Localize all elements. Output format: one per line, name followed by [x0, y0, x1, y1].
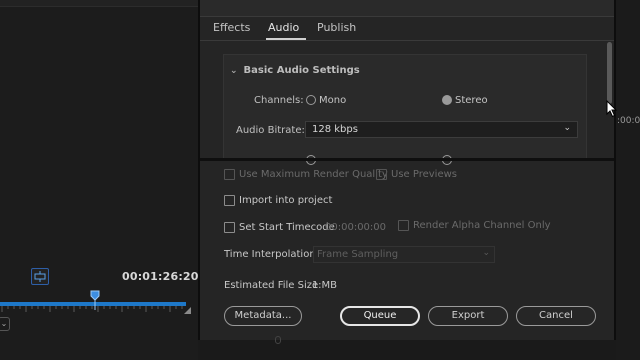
timeline-ruler-label: :00:00 — [617, 116, 640, 126]
max-render-quality-checkbox[interactable] — [224, 169, 235, 180]
cancel-button[interactable]: Cancel — [516, 306, 596, 326]
audio-bitrate-label: Audio Bitrate: — [236, 125, 305, 136]
import-into-project-label[interactable]: Import into project — [239, 195, 332, 206]
set-start-timecode-checkbox[interactable] — [224, 222, 235, 233]
max-render-quality-label: Use Maximum Render Quality — [239, 169, 388, 180]
mono-radio[interactable] — [306, 95, 316, 105]
chevron-down-icon: ⌄ — [563, 123, 571, 133]
timeline-panel-edge — [616, 0, 640, 360]
basic-audio-settings-header[interactable]: ⌄ Basic Audio Settings — [230, 65, 360, 76]
dialog-top-bar — [200, 0, 614, 17]
tab-effects[interactable]: Effects — [213, 21, 250, 34]
set-start-timecode-label[interactable]: Set Start Timecode — [239, 222, 335, 233]
panel-divider[interactable] — [200, 158, 614, 161]
chevron-down-icon[interactable]: ⌄ — [0, 317, 10, 331]
tabs-divider — [200, 40, 614, 41]
file-size-value: 1 MB — [312, 280, 338, 291]
add-marker-button[interactable] — [31, 268, 49, 285]
export-button[interactable]: Export — [428, 306, 508, 326]
time-interpolation-label: Time Interpolation: — [224, 249, 320, 260]
settings-scrollbar[interactable] — [606, 40, 613, 158]
mouse-pointer-icon — [606, 100, 618, 118]
section-title: Basic Audio Settings — [243, 65, 360, 76]
audio-bitrate-value: 128 kbps — [312, 124, 358, 135]
file-size-label: Estimated File Size: — [224, 280, 322, 291]
stereo-radio[interactable] — [442, 95, 452, 105]
tab-publish[interactable]: Publish — [317, 21, 356, 34]
mono-label[interactable]: Mono — [319, 95, 346, 106]
scrollbar-thumb[interactable] — [607, 42, 612, 104]
chevron-down-icon: ⌄ — [230, 66, 238, 76]
audio-settings-panel: ⌄ Basic Audio Settings Channels: Mono Ste… — [223, 54, 587, 165]
render-alpha-label: Render Alpha Channel Only — [413, 220, 551, 231]
tab-audio[interactable]: Audio — [268, 21, 299, 34]
export-settings-dialog: Effects Audio Publish ⌄ Basic Audio Setti… — [198, 0, 616, 340]
audio-bitrate-select[interactable]: 128 kbps ⌄ — [305, 121, 578, 138]
playhead-icon[interactable] — [90, 290, 100, 310]
playhead-timecode[interactable]: 00:01:26:20 — [122, 270, 199, 283]
queue-button[interactable]: Queue — [340, 306, 420, 326]
chevron-down-icon: ⌄ — [482, 248, 490, 258]
metadata-button[interactable]: Metadata... — [224, 306, 302, 326]
time-interpolation-select[interactable]: Frame Sampling ⌄ — [313, 246, 495, 263]
channels-label: Channels: — [254, 95, 304, 106]
start-timecode-field[interactable]: 00:00:00:00 — [325, 222, 386, 233]
render-alpha-checkbox[interactable] — [398, 220, 409, 231]
corner-resize-icon — [184, 307, 191, 314]
panel-resize-handle[interactable] — [275, 336, 281, 344]
program-monitor-panel: 00:01:26:20 ⌄ — [0, 0, 198, 360]
time-interpolation-value: Frame Sampling — [317, 249, 399, 260]
bottom-panel-edge — [198, 340, 616, 360]
monitor-top-bar — [0, 0, 198, 7]
import-into-project-checkbox[interactable] — [224, 195, 235, 206]
use-previews-checkbox[interactable] — [376, 169, 387, 180]
stereo-label[interactable]: Stereo — [455, 95, 488, 106]
use-previews-label: Use Previews — [391, 169, 457, 180]
marker-icon — [34, 271, 46, 282]
